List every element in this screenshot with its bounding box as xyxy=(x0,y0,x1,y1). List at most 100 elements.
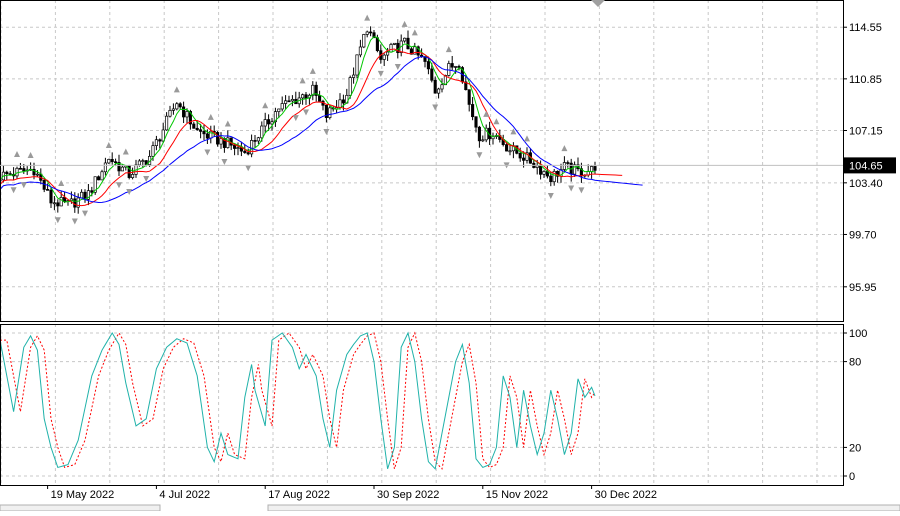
price-tick-label: 114.55 xyxy=(849,22,882,34)
candle-body xyxy=(328,107,332,118)
scroll-shift-marker[interactable] xyxy=(591,0,605,7)
tab-strip-right[interactable] xyxy=(267,504,900,512)
fractal-up-marker xyxy=(27,151,34,158)
bottom-scrollbar[interactable] xyxy=(0,504,900,512)
candle-body xyxy=(566,162,570,164)
candle-body xyxy=(243,150,247,153)
fractal-down-marker xyxy=(82,210,88,217)
chart-canvas[interactable]: 114.55 110.85 107.15 103.40 99.70 95.95 100 80… xyxy=(0,0,900,512)
fractal-down-marker xyxy=(292,115,299,122)
fractal-down-marker xyxy=(10,187,17,194)
candle-body xyxy=(260,125,264,139)
candle-body xyxy=(52,202,56,205)
tab-strip-left[interactable] xyxy=(0,504,161,512)
time-tick-label: 17 Aug 2022 xyxy=(268,489,330,501)
stochastic-signal-line xyxy=(0,331,596,470)
time-tick-label: 30 Dec 2022 xyxy=(595,489,657,501)
candle-body xyxy=(267,119,271,125)
candle-body xyxy=(131,174,135,178)
fractal-down-marker xyxy=(71,218,78,225)
candle-body xyxy=(107,159,111,164)
candle-body xyxy=(508,150,512,153)
candle-body xyxy=(505,144,509,152)
candle-body xyxy=(362,34,366,48)
price-tick-label: 110.85 xyxy=(849,74,882,86)
candle-body xyxy=(165,115,169,131)
stochastic-tick-label: 0 xyxy=(849,471,855,483)
candle-body xyxy=(233,144,237,149)
fractal-up-marker xyxy=(561,145,568,152)
fractal-down-marker xyxy=(394,64,401,71)
fractal-up-marker xyxy=(483,110,490,117)
candle-body xyxy=(69,198,73,201)
candle-body xyxy=(250,140,254,155)
current-price-tag: 104.65 xyxy=(844,157,896,174)
candle-body xyxy=(236,147,240,149)
chart-window: 114.55 110.85 107.15 103.40 99.70 95.95 100 80… xyxy=(0,0,900,512)
stochastic-tick-label: 80 xyxy=(849,357,861,369)
fractal-down-marker xyxy=(547,193,554,200)
candle-body xyxy=(433,79,437,94)
panel-frames xyxy=(0,0,844,486)
candle-body xyxy=(290,98,294,102)
candle-body xyxy=(120,166,124,172)
fractal-up-marker xyxy=(445,46,452,53)
candle-body xyxy=(22,168,26,172)
candle-body xyxy=(110,159,114,163)
fractal-down-marker xyxy=(578,187,585,194)
candle-body xyxy=(426,61,430,70)
fractal-down-marker xyxy=(20,182,27,189)
candle-body xyxy=(437,88,441,94)
candle-body xyxy=(522,157,526,161)
fractal-up-marker xyxy=(14,150,20,157)
candle-body xyxy=(477,126,481,142)
fractal-up-marker xyxy=(224,120,231,127)
candle-body xyxy=(301,94,305,99)
time-tick-label: 30 Sep 2022 xyxy=(377,489,439,501)
candle-body xyxy=(471,104,475,118)
fractal-up-marker xyxy=(524,135,530,142)
fractal-up-marker xyxy=(401,20,408,27)
current-price-label: 104.65 xyxy=(849,160,883,172)
candle-body xyxy=(49,189,53,204)
candle-body xyxy=(318,95,322,102)
candle-body xyxy=(440,84,444,90)
candle-body xyxy=(246,152,250,155)
price-tick-label: 95.95 xyxy=(849,282,877,294)
candle-body xyxy=(171,108,175,111)
candle-body xyxy=(151,145,155,157)
candle-body xyxy=(253,140,257,142)
candle-body xyxy=(549,175,553,183)
candle-body xyxy=(35,173,39,176)
candle-body xyxy=(375,37,379,52)
candle-body xyxy=(205,133,209,139)
candle-body xyxy=(202,131,206,135)
price-tick-label: 103.40 xyxy=(849,178,883,190)
candle-body xyxy=(352,74,356,78)
price-tick-label: 107.15 xyxy=(849,125,883,137)
candle-body xyxy=(59,197,63,207)
candle-body xyxy=(348,77,352,96)
candle-body xyxy=(137,160,141,166)
candle-body xyxy=(386,51,390,56)
candle-body xyxy=(341,99,345,104)
fractal-markers xyxy=(10,14,585,225)
candle-body xyxy=(535,165,539,168)
candle-body xyxy=(457,66,461,68)
candle-body xyxy=(539,165,543,175)
candle-body xyxy=(518,152,522,159)
candle-body xyxy=(141,160,145,162)
stochastic-axis: 100 80 20 0 xyxy=(843,328,867,483)
candle-body xyxy=(256,137,260,142)
fractal-down-marker xyxy=(377,70,384,77)
candle-body xyxy=(392,42,396,45)
fractal-up-marker xyxy=(207,113,214,120)
candle-body xyxy=(90,190,94,193)
candle-body xyxy=(5,171,9,174)
fractal-down-marker xyxy=(116,182,122,189)
candle-body xyxy=(219,138,223,145)
candle-body xyxy=(80,191,84,199)
fractal-up-marker xyxy=(262,102,269,109)
candle-body xyxy=(56,202,60,207)
candle-body xyxy=(103,162,107,173)
